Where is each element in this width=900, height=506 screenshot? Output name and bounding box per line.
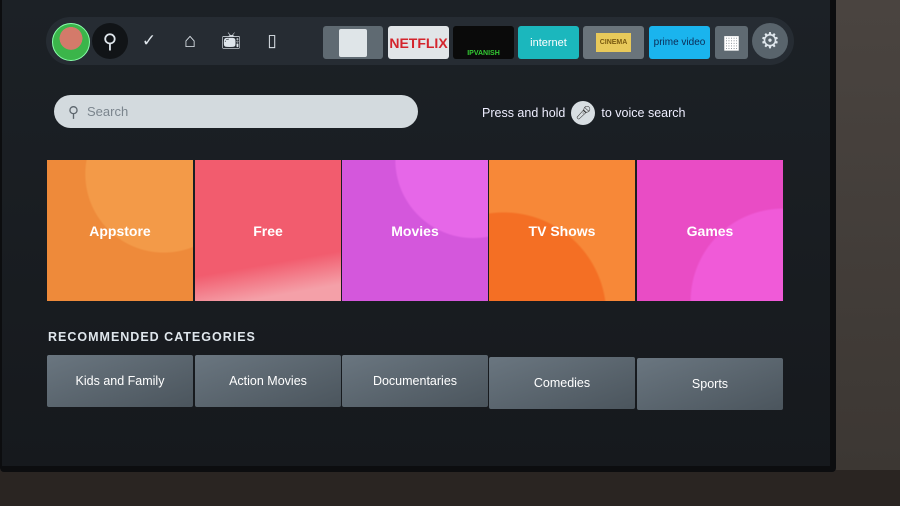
tile-games[interactable]: Games: [637, 160, 783, 301]
tv-stand: [0, 470, 900, 506]
app-tile-internet[interactable]: internet: [518, 26, 579, 59]
tile-movies[interactable]: Movies: [342, 160, 488, 301]
voice-hint-before: Press and hold: [482, 106, 566, 120]
microphone-icon: 🎤︎: [571, 101, 596, 125]
live-tv-icon[interactable]: 📺︎: [213, 23, 249, 59]
tile-label: Free: [253, 222, 283, 239]
search-icon[interactable]: ⚲: [92, 23, 128, 59]
app-tile-prime-video[interactable]: prime video: [649, 26, 710, 59]
app-tile-netflix[interactable]: NETFLIX: [388, 26, 449, 59]
category-sports[interactable]: Sports: [637, 358, 783, 410]
cinema-label: CINEMA: [595, 33, 632, 52]
profile-avatar[interactable]: [52, 23, 90, 61]
tile-free[interactable]: Free: [195, 160, 341, 301]
app-tile-ipvanish[interactable]: IPVANISH: [453, 26, 514, 59]
tile-label: Movies: [391, 222, 439, 239]
voice-search-hint: Press and hold 🎤︎ to voice search: [482, 101, 685, 125]
apps-grid-plus-icon[interactable]: ▦: [715, 26, 748, 59]
category-documentaries[interactable]: Documentaries: [342, 355, 488, 407]
check-circle-icon[interactable]: ✓: [131, 23, 167, 59]
search-icon: ⚲: [68, 103, 79, 121]
background-wall: [830, 0, 900, 506]
app-tile-unknown[interactable]: [323, 26, 383, 59]
category-kids-and-family[interactable]: Kids and Family: [47, 355, 193, 407]
app-tile-cinema[interactable]: CINEMA: [583, 26, 644, 59]
home-icon[interactable]: ⌂: [172, 23, 208, 59]
tile-label: TV Shows: [528, 222, 596, 239]
top-navigation-bar: ⚲ ✓ ⌂ 📺︎ ▯ NETFLIX IPVANISH internet CIN…: [46, 17, 794, 65]
tile-label: Games: [686, 222, 734, 239]
bookmark-icon[interactable]: ▯: [254, 23, 290, 59]
recommended-categories-heading: RECOMMENDED CATEGORIES: [48, 330, 256, 344]
fire-tv-screen: ⚲ ✓ ⌂ 📺︎ ▯ NETFLIX IPVANISH internet CIN…: [2, 0, 830, 466]
play-icon: [339, 28, 367, 57]
gear-icon[interactable]: ⚙: [752, 23, 788, 59]
voice-hint-after: to voice search: [601, 106, 686, 120]
search-input[interactable]: ⚲ Search: [54, 95, 418, 128]
category-comedies[interactable]: Comedies: [489, 357, 635, 409]
search-placeholder: Search: [87, 104, 129, 119]
category-action-movies[interactable]: Action Movies: [195, 355, 341, 407]
tile-tv-shows[interactable]: TV Shows: [489, 160, 635, 301]
tv-frame: ⚲ ✓ ⌂ 📺︎ ▯ NETFLIX IPVANISH internet CIN…: [0, 0, 836, 472]
tile-label: Appstore: [89, 222, 151, 239]
tile-appstore[interactable]: Appstore: [47, 160, 193, 301]
